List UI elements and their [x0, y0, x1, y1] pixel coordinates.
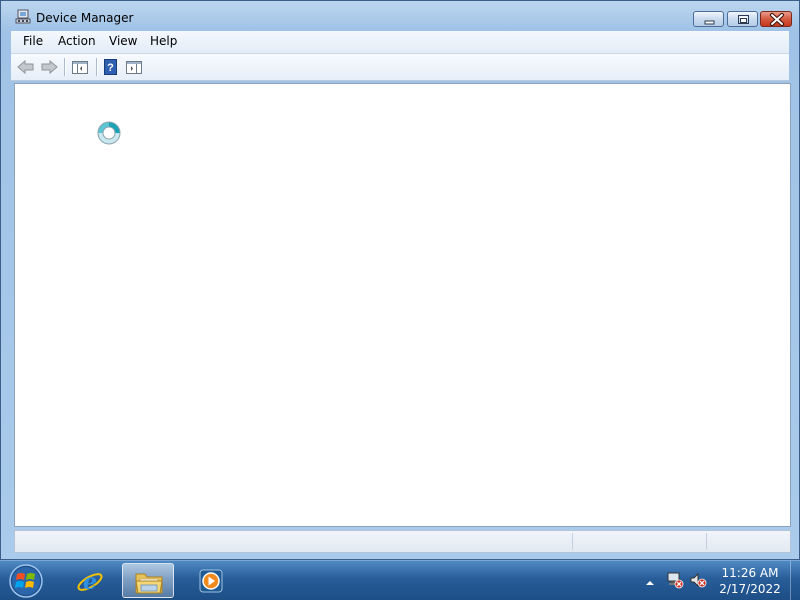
menu-help[interactable]: Help: [147, 34, 180, 48]
svg-text:?: ?: [107, 62, 114, 74]
media-player-taskbar-button[interactable]: [186, 563, 238, 598]
clock-date: 2/17/2022: [719, 582, 781, 596]
menu-view[interactable]: View: [106, 34, 140, 48]
menu-file[interactable]: File: [20, 34, 46, 48]
show-hide-action-pane-button[interactable]: [123, 57, 145, 77]
restore-icon: [738, 15, 749, 24]
show-hidden-icons-arrow[interactable]: [645, 575, 655, 585]
status-pane: [706, 533, 791, 550]
windows-explorer-icon: [135, 573, 163, 594]
minimize-button[interactable]: [693, 11, 724, 27]
menu-bar: File Action View Help: [11, 31, 789, 54]
internet-explorer-taskbar-button[interactable]: e: [64, 563, 116, 598]
show-hide-console-tree-button[interactable]: [69, 57, 91, 77]
minimize-icon: [704, 20, 715, 25]
show-hide-action-pane-icon: [126, 61, 142, 74]
svg-text:e: e: [83, 569, 97, 595]
volume-muted-icon[interactable]: [689, 571, 707, 589]
toolbar-separator: [64, 58, 65, 76]
toolbar: ?: [11, 54, 789, 81]
restore-button[interactable]: [727, 11, 758, 27]
window-title: Device Manager: [36, 11, 134, 25]
windows-explorer-taskbar-button[interactable]: [122, 563, 174, 598]
menu-action[interactable]: Action: [55, 34, 99, 48]
back-arrow-icon: [17, 59, 34, 75]
busy-cursor-icon: [97, 121, 121, 145]
toolbar-separator: [96, 58, 97, 76]
forward-button[interactable]: [38, 57, 60, 77]
media-player-icon: [199, 569, 223, 593]
status-pane: [572, 533, 706, 550]
taskbar: e 11:26 AM 2/17/2022: [0, 560, 800, 600]
show-hide-console-tree-icon: [72, 61, 88, 74]
close-button[interactable]: [760, 11, 792, 27]
device-manager-icon: [15, 9, 31, 25]
show-desktop-button[interactable]: [790, 561, 800, 600]
help-button[interactable]: ?: [100, 57, 122, 77]
status-bar: [14, 530, 791, 553]
device-tree-pane[interactable]: [14, 83, 791, 527]
clock-time: 11:26 AM: [721, 566, 779, 580]
close-icon: [770, 13, 784, 26]
forward-arrow-icon: [41, 59, 58, 75]
start-button[interactable]: [6, 562, 46, 600]
help-icon: ?: [104, 59, 117, 75]
back-button[interactable]: [15, 57, 37, 77]
system-clock[interactable]: 11:26 AM 2/17/2022: [716, 565, 784, 597]
windows-logo-icon: [9, 564, 43, 598]
network-icon[interactable]: [666, 571, 684, 589]
device-manager-window: Device Manager File Action View Help ?: [0, 0, 800, 560]
title-bar[interactable]: Device Manager: [1, 1, 799, 31]
internet-explorer-icon: e: [77, 569, 103, 595]
